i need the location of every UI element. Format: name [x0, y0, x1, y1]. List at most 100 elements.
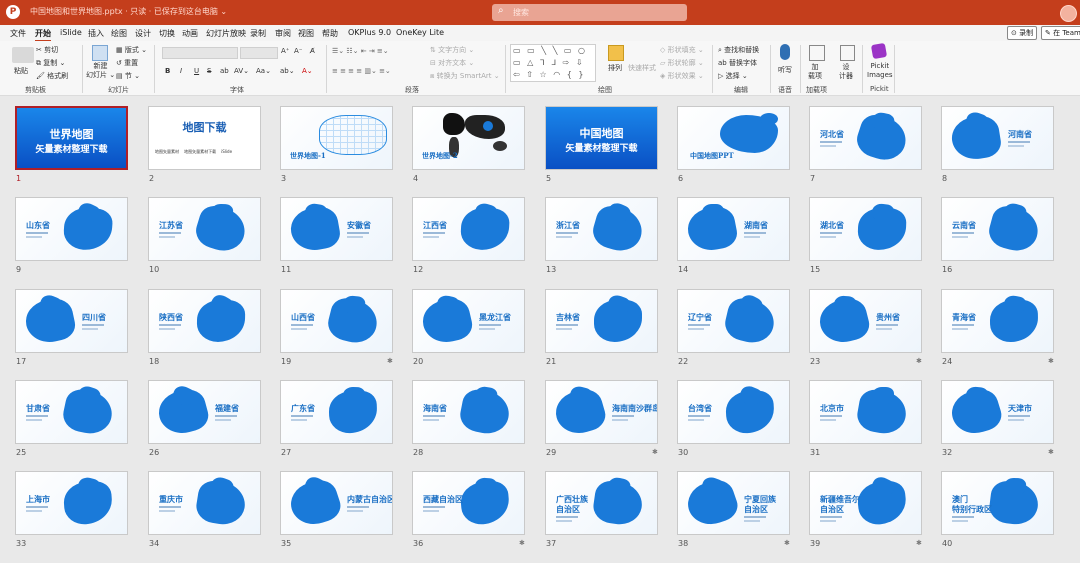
pickit-images-button[interactable]: Pickit Images: [867, 62, 893, 80]
char-spacing-button[interactable]: AV⌄: [234, 67, 249, 75]
record-button[interactable]: ⊙ 录制: [1007, 26, 1038, 40]
slide-thumbnail[interactable]: 吉林省: [545, 289, 658, 353]
select-button[interactable]: ▷ 选择 ⌄: [718, 71, 748, 81]
slide-thumbnail[interactable]: 西藏自治区: [412, 471, 525, 535]
slide-thumbnail[interactable]: 江西省: [412, 197, 525, 261]
slide-thumbnail[interactable]: 贵州省: [809, 289, 922, 353]
designer-icon[interactable]: [840, 45, 855, 61]
slide-thumbnail[interactable]: 陕西省: [148, 289, 261, 353]
arrange-icon[interactable]: [608, 45, 624, 61]
slide-thumbnail[interactable]: 世界地图 矢量素材整理下载: [15, 106, 128, 170]
addins-button[interactable]: 加 载项: [808, 63, 822, 81]
slide-thumbnail[interactable]: 山东省: [15, 197, 128, 261]
slide-thumbnail[interactable]: 北京市: [809, 380, 922, 444]
tab-islide[interactable]: iSlide: [60, 28, 82, 37]
user-avatar[interactable]: [1060, 5, 1077, 22]
slide-thumbnail[interactable]: 广东省: [280, 380, 393, 444]
align-text-button[interactable]: ⊟ 对齐文本 ⌄: [430, 58, 474, 68]
document-title[interactable]: 中国地图和世界地图.pptx · 只读 · 已保存到这台电脑 ⌄: [30, 6, 227, 17]
teams-share-button[interactable]: ✎ 在 Teams: [1041, 26, 1080, 40]
microphone-icon[interactable]: [780, 44, 790, 60]
arrange-button[interactable]: 排列: [608, 63, 622, 73]
slide-thumbnail[interactable]: 地图下载 地图矢量素材 地图矢量素材下载 iSlide: [148, 106, 261, 170]
slide-thumbnail[interactable]: 江苏省: [148, 197, 261, 261]
slide-thumbnail[interactable]: 辽宁省: [677, 289, 790, 353]
slide-thumbnail[interactable]: 山西省: [280, 289, 393, 353]
slide-thumbnail[interactable]: 河南省: [941, 106, 1054, 170]
slide-thumbnail[interactable]: 上海市: [15, 471, 128, 535]
text-direction-button[interactable]: ⇅ 文字方向 ⌄: [430, 45, 474, 55]
slide-thumbnail[interactable]: 中国地图 矢量素材整理下载: [545, 106, 658, 170]
slide-thumbnail[interactable]: 天津市: [941, 380, 1054, 444]
change-case-button[interactable]: Aa⌄: [256, 67, 271, 75]
layout-button[interactable]: ▦ 版式 ⌄: [116, 45, 147, 55]
font-color-button[interactable]: A⌄: [302, 67, 313, 75]
grow-font-button[interactable]: A⁺: [281, 47, 289, 55]
search-box[interactable]: ⌕ 搜索: [492, 4, 687, 21]
font-name-dropdown[interactable]: [162, 47, 238, 59]
reset-button[interactable]: ↺ 重置: [116, 58, 138, 68]
tab-review[interactable]: 审阅: [275, 28, 291, 39]
tab-slideshow[interactable]: 幻灯片放映: [206, 28, 246, 39]
new-slide-button[interactable]: 新建 幻灯片 ⌄: [86, 62, 115, 80]
slide-thumbnail[interactable]: 世界地图-2: [412, 106, 525, 170]
slide-thumbnail[interactable]: 青海省: [941, 289, 1054, 353]
pickit-icon[interactable]: [870, 42, 888, 60]
tab-animations[interactable]: 动画: [182, 28, 198, 39]
slide-thumbnail[interactable]: 湖北省: [809, 197, 922, 261]
underline-button[interactable]: U: [194, 67, 199, 75]
tab-file[interactable]: 文件: [10, 28, 26, 39]
powerpoint-logo-icon[interactable]: P: [6, 5, 20, 19]
addins-icon[interactable]: [809, 45, 825, 61]
slide-thumbnail[interactable]: 广西壮族 自治区: [545, 471, 658, 535]
section-button[interactable]: ▤ 节 ⌄: [116, 71, 140, 81]
tab-record[interactable]: 录制: [250, 28, 266, 39]
slide-thumbnail[interactable]: 中国地图PPT: [677, 106, 790, 170]
tab-insert[interactable]: 插入: [88, 28, 104, 39]
slide-thumbnail[interactable]: 宁夏回族 自治区: [677, 471, 790, 535]
replace-font-button[interactable]: ab 替换字体: [718, 58, 757, 68]
shape-fill-button[interactable]: ◇ 形状填充 ⌄: [660, 45, 704, 55]
bullets-icon[interactable]: ☰⌄ ☷⌄ ⇤ ⇥ ≡⌄: [332, 47, 389, 55]
slide-thumbnail[interactable]: 重庆市: [148, 471, 261, 535]
slide-thumbnail[interactable]: 世界地图-1: [280, 106, 393, 170]
tab-transitions[interactable]: 切换: [159, 28, 175, 39]
font-size-dropdown[interactable]: [240, 47, 278, 59]
shadow-button[interactable]: ab: [220, 67, 229, 75]
slide-thumbnail[interactable]: 浙江省: [545, 197, 658, 261]
slide-thumbnail[interactable]: 甘肃省: [15, 380, 128, 444]
highlight-button[interactable]: ab⌄: [280, 67, 295, 75]
paste-button[interactable]: 粘贴: [14, 66, 28, 76]
italic-button[interactable]: I: [180, 67, 182, 75]
slide-thumbnail[interactable]: 新疆维吾尔 自治区: [809, 471, 922, 535]
shape-outline-button[interactable]: ▱ 形状轮廓 ⌄: [660, 58, 704, 68]
quick-styles-button[interactable]: 快速样式: [628, 63, 656, 73]
dictate-button[interactable]: 听写: [778, 65, 792, 75]
shrink-font-button[interactable]: A⁻: [294, 47, 302, 55]
new-slide-icon[interactable]: [92, 45, 108, 61]
shapes-gallery[interactable]: ▭ ▭ ╲ ╲ ▭ ○ ▭ △ ᒣ ᒧ ⇨ ⇩ ⇦ ⇧ ☆ ◠ { }: [510, 44, 596, 82]
copy-button[interactable]: ⧉ 复制 ⌄: [36, 58, 65, 68]
designer-button[interactable]: 设 计器: [839, 63, 853, 81]
tab-draw[interactable]: 绘图: [111, 28, 127, 39]
slide-thumbnail[interactable]: 湖南省: [677, 197, 790, 261]
slide-thumbnail[interactable]: 澳门 特别行政区: [941, 471, 1054, 535]
format-painter-button[interactable]: 🖌 格式刷: [36, 71, 68, 81]
slide-thumbnail[interactable]: 海南省: [412, 380, 525, 444]
find-replace-button[interactable]: ⌕ 查找和替换: [718, 45, 759, 55]
shape-effects-button[interactable]: ◈ 形状效果 ⌄: [660, 71, 704, 81]
slide-thumbnail[interactable]: 福建省: [148, 380, 261, 444]
clear-format-button[interactable]: A̸: [310, 47, 315, 55]
slide-thumbnail[interactable]: 四川省: [15, 289, 128, 353]
slide-thumbnail[interactable]: 安徽省: [280, 197, 393, 261]
tab-help[interactable]: 帮助: [322, 28, 338, 39]
align-icons[interactable]: ≡ ≡ ≡ ≡ ▥⌄ ≡⌄: [332, 67, 391, 75]
slide-thumbnail[interactable]: 海南南沙群岛: [545, 380, 658, 444]
slide-thumbnail[interactable]: 云南省: [941, 197, 1054, 261]
tab-home[interactable]: 开始: [35, 28, 51, 42]
slide-thumbnail[interactable]: 内蒙古自治区: [280, 471, 393, 535]
bold-button[interactable]: B: [165, 67, 170, 75]
tab-design[interactable]: 设计: [135, 28, 151, 39]
tab-onekey[interactable]: OneKey Lite: [396, 28, 444, 37]
smartart-button[interactable]: ⧈ 转换为 SmartArt ⌄: [430, 71, 500, 81]
